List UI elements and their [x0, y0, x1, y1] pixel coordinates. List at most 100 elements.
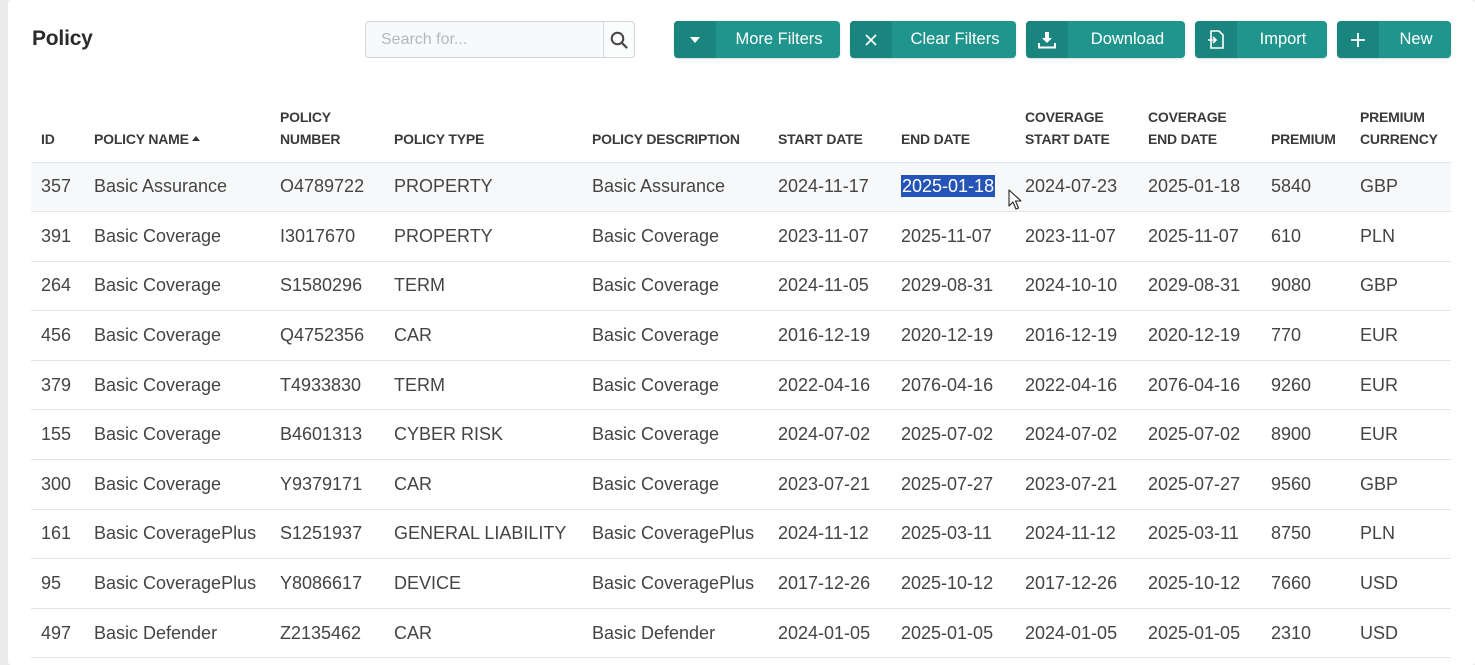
cell-start-date[interactable]: 2024-11-12	[768, 509, 891, 560]
cell-start-date[interactable]: 2022-04-16	[768, 360, 891, 411]
table-row[interactable]: 379 Basic Coverage T4933830 TERM Basic Cover…	[31, 360, 1451, 411]
cell-id[interactable]: 456	[31, 310, 84, 361]
cell-end-date[interactable]: 2025-10-12	[891, 558, 1015, 609]
table-row[interactable]: 161 Basic CoveragePlus S1251937 GENERAL LIA…	[31, 509, 1451, 560]
table-row[interactable]: 391 Basic Coverage I3017670 PROPERTY Basic C…	[31, 211, 1451, 262]
cell-policy-number[interactable]: B4601313	[270, 409, 384, 461]
cell-coverage-end-date[interactable]: 2025-11-07	[1138, 211, 1261, 262]
table-row[interactable]: 357 Basic Assurance O4789722 PROPERTY Basic …	[31, 162, 1451, 213]
table-row[interactable]: 300 Basic Coverage Y9379171 CAR Basic Covera…	[31, 459, 1451, 510]
cell-policy-type[interactable]: CAR	[384, 459, 582, 510]
cell-policy-description[interactable]: Basic Coverage	[582, 310, 768, 361]
cell-policy-description[interactable]: Basic Coverage	[582, 459, 768, 510]
cell-end-date[interactable]: 2025-03-11	[891, 509, 1015, 560]
cell-coverage-end-date[interactable]: 2025-10-12	[1138, 558, 1261, 609]
cell-premium[interactable]: 610	[1261, 211, 1350, 262]
cell-id[interactable]: 300	[31, 459, 84, 510]
column-header-premium[interactable]: PREMIUM	[1261, 100, 1350, 163]
cell-premium-currency[interactable]: USD	[1350, 608, 1451, 659]
cell-end-date[interactable]: 2025-11-07	[891, 211, 1015, 262]
cell-policy-name[interactable]: Basic Coverage	[84, 261, 270, 312]
cell-end-date[interactable]: 2076-04-16	[891, 360, 1015, 411]
cell-policy-name[interactable]: Basic CoveragePlus	[84, 558, 270, 609]
cell-coverage-start-date[interactable]: 2016-12-19	[1015, 310, 1138, 361]
cell-policy-description[interactable]: Basic Defender	[582, 608, 768, 659]
cell-coverage-end-date[interactable]: 2076-04-16	[1138, 360, 1261, 411]
cell-policy-number[interactable]: Z2135462	[270, 608, 384, 659]
table-row[interactable]: 456 Basic Coverage Q4752356 CAR Basic Covera…	[31, 310, 1451, 361]
cell-id[interactable]: 155	[31, 409, 84, 461]
cell-premium-currency[interactable]: GBP	[1350, 162, 1451, 213]
cell-coverage-end-date[interactable]: 2020-12-19	[1138, 310, 1261, 361]
cell-coverage-start-date[interactable]: 2024-11-12	[1015, 509, 1138, 560]
cell-id[interactable]: 161	[31, 509, 84, 560]
cell-start-date[interactable]: 2024-01-05	[768, 608, 891, 659]
table-row[interactable]: 264 Basic Coverage S1580296 TERM Basic Cover…	[31, 261, 1451, 312]
cell-premium[interactable]: 9080	[1261, 261, 1350, 312]
cell-coverage-start-date[interactable]: 2023-07-21	[1015, 459, 1138, 510]
cell-end-date[interactable]: 2029-08-31	[891, 261, 1015, 312]
cell-policy-number[interactable]: O4789722	[270, 162, 384, 213]
cell-coverage-start-date[interactable]: 2022-04-16	[1015, 360, 1138, 411]
cell-end-date[interactable]: 2025-07-02	[891, 409, 1015, 461]
column-header-policy-name[interactable]: POLICY NAME	[84, 100, 270, 163]
cell-policy-description[interactable]: Basic Coverage	[582, 409, 768, 461]
cell-premium[interactable]: 2310	[1261, 608, 1350, 659]
column-header-coverage-start-date[interactable]: COVERAGE START DATE	[1015, 100, 1138, 163]
cell-policy-type[interactable]: TERM	[384, 261, 582, 312]
cell-premium-currency[interactable]: EUR	[1350, 360, 1451, 411]
cell-policy-type[interactable]: CYBER RISK	[384, 409, 582, 461]
cell-policy-description[interactable]: Basic CoveragePlus	[582, 509, 768, 560]
cell-premium[interactable]: 7660	[1261, 558, 1350, 609]
cell-coverage-end-date[interactable]: 2025-03-11	[1138, 509, 1261, 560]
cell-coverage-start-date[interactable]: 2024-07-23	[1015, 162, 1138, 213]
cell-policy-name[interactable]: Basic CoveragePlus	[84, 509, 270, 560]
cell-premium-currency[interactable]: EUR	[1350, 409, 1451, 461]
cell-policy-type[interactable]: CAR	[384, 310, 582, 361]
cell-policy-description[interactable]: Basic Coverage	[582, 360, 768, 411]
cell-start-date[interactable]: 2023-11-07	[768, 211, 891, 262]
cell-end-date[interactable]: 2025-01-05	[891, 608, 1015, 659]
cell-policy-number[interactable]: Y9379171	[270, 459, 384, 510]
cell-coverage-start-date[interactable]: 2024-10-10	[1015, 261, 1138, 312]
cell-policy-type[interactable]: DEVICE	[384, 558, 582, 609]
cell-policy-description[interactable]: Basic Coverage	[582, 211, 768, 262]
cell-start-date[interactable]: 2024-07-02	[768, 409, 891, 461]
cell-coverage-start-date[interactable]: 2023-11-07	[1015, 211, 1138, 262]
cell-coverage-end-date[interactable]: 2025-01-18	[1138, 162, 1261, 213]
cell-start-date[interactable]: 2017-12-26	[768, 558, 891, 609]
column-header-start-date[interactable]: START DATE	[768, 100, 891, 163]
cell-policy-name[interactable]: Basic Coverage	[84, 310, 270, 361]
cell-premium-currency[interactable]: USD	[1350, 558, 1451, 609]
cell-policy-type[interactable]: PROPERTY	[384, 211, 582, 262]
cell-policy-number[interactable]: Q4752356	[270, 310, 384, 361]
cell-premium-currency[interactable]: GBP	[1350, 459, 1451, 510]
cell-policy-description[interactable]: Basic Coverage	[582, 261, 768, 312]
table-row[interactable]: 155 Basic Coverage B4601313 CYBER RISK Basic…	[31, 409, 1451, 461]
import-button[interactable]: Import	[1195, 21, 1327, 58]
cell-premium-currency[interactable]: GBP	[1350, 261, 1451, 312]
column-header-coverage-end-date[interactable]: COVERAGE END DATE	[1138, 100, 1261, 163]
cell-policy-description[interactable]: Basic CoveragePlus	[582, 558, 768, 609]
cell-premium[interactable]: 8750	[1261, 509, 1350, 560]
cell-coverage-start-date[interactable]: 2024-07-02	[1015, 409, 1138, 461]
cell-coverage-end-date[interactable]: 2029-08-31	[1138, 261, 1261, 312]
cell-premium[interactable]: 770	[1261, 310, 1350, 361]
cell-policy-name[interactable]: Basic Coverage	[84, 409, 270, 461]
column-header-policy-description[interactable]: POLICY DESCRIPTION	[582, 100, 768, 163]
cell-start-date[interactable]: 2023-07-21	[768, 459, 891, 510]
cell-premium-currency[interactable]: EUR	[1350, 310, 1451, 361]
column-header-end-date[interactable]: END DATE	[891, 100, 1015, 163]
cell-policy-number[interactable]: T4933830	[270, 360, 384, 411]
cell-coverage-end-date[interactable]: 2025-07-27	[1138, 459, 1261, 510]
cell-policy-number[interactable]: Y8086617	[270, 558, 384, 609]
cell-policy-number[interactable]: I3017670	[270, 211, 384, 262]
cell-policy-type[interactable]: PROPERTY	[384, 162, 582, 213]
cell-start-date[interactable]: 2024-11-05	[768, 261, 891, 312]
cell-coverage-end-date[interactable]: 2025-07-02	[1138, 409, 1261, 461]
cell-id[interactable]: 95	[31, 558, 84, 609]
cell-policy-name[interactable]: Basic Defender	[84, 608, 270, 659]
cell-id[interactable]: 391	[31, 211, 84, 262]
cell-premium[interactable]: 9560	[1261, 459, 1350, 510]
table-row[interactable]: 95 Basic CoveragePlus Y8086617 DEVICE Basic …	[31, 558, 1451, 609]
